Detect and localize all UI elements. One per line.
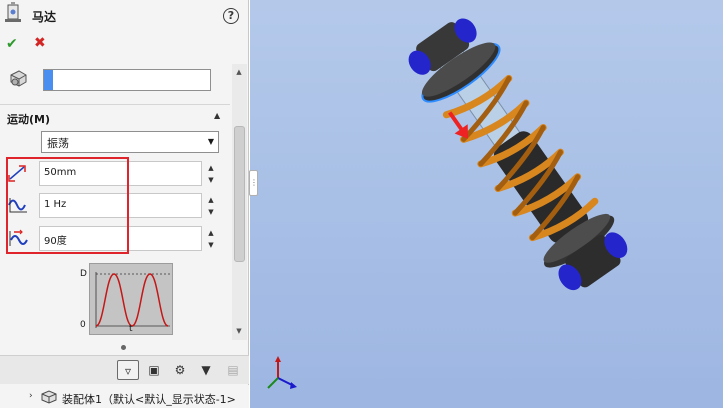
motion-type-select[interactable]: 振荡 ▼ (41, 131, 219, 153)
ok-button[interactable]: ✔ (6, 36, 18, 52)
motor-property-panel: 马达 ? ✔ ✖ 运动(M) ▲ 振荡 ▼ 50mm ▲ ▼ 1 Hz ▲ ▼ … (0, 0, 249, 408)
panel-resize-dot[interactable] (121, 345, 126, 350)
divider (0, 104, 230, 105)
spin-up-icon[interactable]: ▲ (205, 195, 217, 205)
triad-axis-icon (267, 356, 297, 389)
spin-down-icon[interactable]: ▼ (205, 240, 217, 250)
component-input[interactable] (43, 69, 211, 91)
motor-icon (5, 2, 21, 22)
feature-tree-toolbar: ▿ ▣ ⚙ ▼ ▤ (0, 355, 249, 384)
panel-title: 马达 (32, 10, 57, 24)
graph-y-top-label: D (80, 269, 87, 279)
shock-absorber-model (267, 18, 628, 389)
motion-section-title: 运动(M) (7, 113, 51, 126)
cancel-button[interactable]: ✖ (34, 35, 46, 51)
expand-chevron-icon[interactable]: › (29, 391, 33, 401)
parameter-highlight-box (6, 157, 129, 254)
collapse-chevron-icon[interactable]: ▲ (214, 111, 220, 120)
graph-x-label: t (129, 324, 133, 334)
scroll-thumb[interactable] (234, 126, 245, 262)
spin-down-icon[interactable]: ▼ (205, 207, 217, 217)
assembly-icon (41, 390, 57, 404)
spin-up-icon[interactable]: ▲ (205, 228, 217, 238)
assembly-tree-item[interactable]: › 装配体1（默认<默认_显示状态-1> (0, 385, 249, 408)
component-icon (10, 70, 27, 87)
spin-down-icon[interactable]: ▼ (205, 175, 217, 185)
disabled-tool-icon: ▤ (227, 363, 239, 377)
spin-up-icon[interactable]: ▲ (205, 163, 217, 173)
motion-type-value: 振荡 (47, 137, 69, 150)
graph-y-bottom-label: 0 (80, 320, 86, 330)
panel-splitter-handle[interactable]: ⋮ (249, 170, 258, 196)
chevron-down-icon: ▼ (207, 137, 214, 146)
help-icon[interactable]: ? (223, 8, 239, 24)
scroll-down-icon[interactable]: ▼ (234, 327, 244, 335)
filter-options-icon[interactable]: ▼ (195, 360, 217, 380)
panel-header: 马达 ? (0, 0, 249, 30)
scroll-up-icon[interactable]: ▲ (234, 68, 244, 76)
assembly-label: 装配体1（默认<默认_显示状态-1> (62, 393, 236, 406)
3d-graphics-viewport[interactable] (250, 0, 723, 408)
tree-display-icon[interactable]: ▣ (143, 360, 165, 380)
settings-gear-icon[interactable]: ⚙ (169, 360, 191, 380)
selection-indicator (44, 70, 53, 90)
filter-icon[interactable]: ▿ (117, 360, 139, 380)
